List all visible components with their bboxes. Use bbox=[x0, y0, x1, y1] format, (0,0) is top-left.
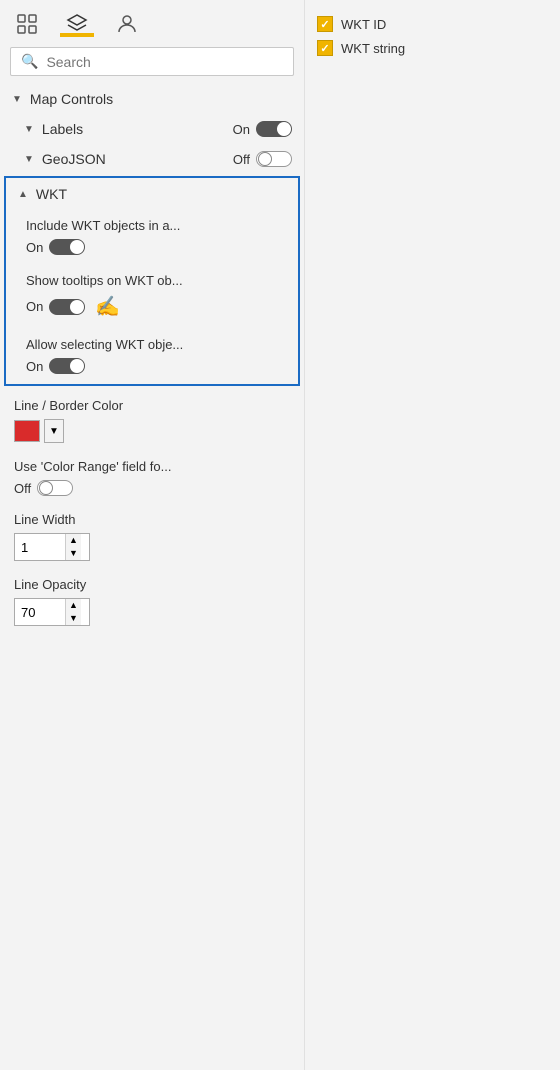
line-width-input-container: ▲ ▼ bbox=[14, 533, 90, 561]
person-icon bbox=[116, 13, 138, 35]
labels-toggle-knob bbox=[277, 122, 291, 136]
search-icon: 🔍 bbox=[21, 53, 38, 70]
person-icon-btn[interactable] bbox=[110, 9, 144, 37]
color-range-toggle-label: Off bbox=[14, 481, 31, 496]
allow-selecting-label: Allow selecting WKT obje... bbox=[26, 337, 282, 352]
color-picker-row: ▼ bbox=[14, 419, 290, 443]
geojson-row[interactable]: ▼ GeoJSON Off bbox=[0, 144, 304, 174]
wkt-string-label: WKT string bbox=[341, 41, 405, 56]
wkt-id-checkmark: ✓ bbox=[320, 18, 329, 31]
show-tooltips-label: Show tooltips on WKT ob... bbox=[26, 273, 282, 288]
geojson-toggle[interactable] bbox=[256, 151, 292, 167]
color-range-toggle[interactable] bbox=[37, 480, 73, 496]
line-opacity-label: Line Opacity bbox=[14, 577, 290, 592]
map-controls-row[interactable]: ▼ Map Controls bbox=[0, 84, 304, 114]
labels-toggle[interactable] bbox=[256, 121, 292, 137]
grid-icon bbox=[16, 13, 38, 35]
wkt-chevron: ▲ bbox=[18, 189, 28, 200]
wkt-header[interactable]: ▲ WKT bbox=[6, 178, 298, 210]
show-tooltips-row: On ✍ bbox=[26, 294, 282, 319]
color-range-label: Use 'Color Range' field fo... bbox=[14, 459, 290, 474]
labels-label: Labels bbox=[42, 121, 83, 137]
layers-icon bbox=[66, 12, 88, 34]
wkt-id-row: ✓ WKT ID bbox=[317, 16, 548, 32]
search-input[interactable] bbox=[46, 54, 283, 70]
map-controls-label: Map Controls bbox=[30, 91, 292, 107]
allow-selecting-toggle-label: On bbox=[26, 359, 43, 374]
search-bar: 🔍 bbox=[10, 47, 294, 76]
line-opacity-input[interactable] bbox=[15, 605, 65, 620]
geojson-label: GeoJSON bbox=[42, 151, 106, 167]
color-swatch[interactable] bbox=[14, 420, 40, 442]
layers-icon-btn[interactable] bbox=[60, 8, 94, 37]
wkt-label: WKT bbox=[36, 186, 286, 202]
line-opacity-up-button[interactable]: ▲ bbox=[66, 599, 81, 612]
line-width-input[interactable] bbox=[15, 540, 65, 555]
line-width-up-button[interactable]: ▲ bbox=[66, 534, 81, 547]
line-opacity-down-button[interactable]: ▼ bbox=[66, 612, 81, 625]
geojson-toggle-label: Off bbox=[233, 152, 250, 167]
geojson-chevron: ▼ bbox=[24, 154, 34, 165]
geojson-toggle-container: Off bbox=[233, 151, 292, 167]
allow-selecting-toggle-container: On bbox=[26, 358, 282, 374]
geojson-toggle-knob bbox=[258, 152, 272, 166]
wkt-string-checkmark: ✓ bbox=[320, 42, 329, 55]
wkt-id-checkbox[interactable]: ✓ bbox=[317, 16, 333, 32]
line-width-down-button[interactable]: ▼ bbox=[66, 547, 81, 560]
right-panel: ✓ WKT ID ✓ WKT string bbox=[305, 0, 560, 1070]
allow-selecting-toggle[interactable] bbox=[49, 358, 85, 374]
include-wkt-label: Include WKT objects in a... bbox=[26, 218, 282, 233]
color-range-block: Use 'Color Range' field fo... Off bbox=[14, 459, 290, 496]
labels-toggle-container: On bbox=[233, 121, 292, 137]
include-wkt-toggle-container: On bbox=[26, 239, 282, 255]
line-width-spinner: ▲ ▼ bbox=[65, 534, 81, 560]
cursor-hand-icon: ✍ bbox=[95, 294, 120, 319]
include-wkt-toggle[interactable] bbox=[49, 239, 85, 255]
color-dropdown-button[interactable]: ▼ bbox=[44, 419, 64, 443]
grid-icon-btn[interactable] bbox=[10, 9, 44, 37]
wkt-id-label: WKT ID bbox=[341, 17, 386, 32]
line-border-color-block: Line / Border Color ▼ bbox=[14, 398, 290, 443]
wkt-setting-include: Include WKT objects in a... On bbox=[6, 210, 298, 265]
labels-row[interactable]: ▼ Labels On bbox=[0, 114, 304, 144]
show-tooltips-toggle-container: On bbox=[26, 299, 85, 315]
color-range-toggle-container: Off bbox=[14, 480, 290, 496]
labels-toggle-label: On bbox=[233, 122, 250, 137]
wkt-section: ▲ WKT Include WKT objects in a... On Sho… bbox=[4, 176, 300, 386]
left-panel: 🔍 ▼ Map Controls ▼ Labels On ▼ GeoJSON O… bbox=[0, 0, 305, 1070]
show-tooltips-toggle[interactable] bbox=[49, 299, 85, 315]
show-tooltips-toggle-label: On bbox=[26, 299, 43, 314]
include-wkt-toggle-knob bbox=[70, 240, 84, 254]
color-range-toggle-knob bbox=[39, 481, 53, 495]
line-border-color-label: Line / Border Color bbox=[14, 398, 290, 413]
line-width-block: Line Width ▲ ▼ bbox=[14, 512, 290, 561]
map-controls-chevron: ▼ bbox=[12, 94, 22, 105]
show-tooltips-toggle-knob bbox=[70, 300, 84, 314]
wkt-string-checkbox[interactable]: ✓ bbox=[317, 40, 333, 56]
line-width-label: Line Width bbox=[14, 512, 290, 527]
line-opacity-input-container: ▲ ▼ bbox=[14, 598, 90, 626]
line-opacity-block: Line Opacity ▲ ▼ bbox=[14, 577, 290, 626]
wkt-string-row: ✓ WKT string bbox=[317, 40, 548, 56]
labels-chevron: ▼ bbox=[24, 124, 34, 135]
wkt-setting-tooltips: Show tooltips on WKT ob... On ✍ bbox=[6, 265, 298, 329]
wkt-setting-selecting: Allow selecting WKT obje... On bbox=[6, 329, 298, 384]
line-opacity-spinner: ▲ ▼ bbox=[65, 599, 81, 625]
top-icons-bar bbox=[0, 0, 304, 37]
checkbox-list: ✓ WKT ID ✓ WKT string bbox=[317, 16, 548, 56]
bottom-settings: Line / Border Color ▼ Use 'Color Range' … bbox=[0, 388, 304, 652]
include-wkt-toggle-label: On bbox=[26, 240, 43, 255]
allow-selecting-toggle-knob bbox=[70, 359, 84, 373]
